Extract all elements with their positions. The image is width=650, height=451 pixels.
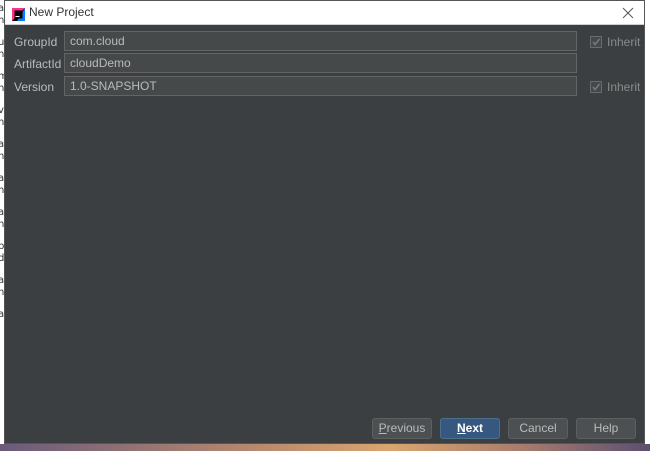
window-title: New Project bbox=[29, 5, 94, 19]
title-bar: New Project bbox=[5, 1, 644, 25]
version-inherit-toggle[interactable]: Inherit bbox=[590, 79, 640, 95]
previous-mnemonic: P bbox=[378, 421, 387, 435]
previous-button[interactable]: Previous bbox=[372, 418, 432, 439]
next-mnemonic: N bbox=[456, 421, 466, 435]
help-button[interactable]: Help bbox=[576, 418, 636, 439]
version-field[interactable] bbox=[64, 76, 577, 96]
group-id-label: GroupId bbox=[14, 35, 58, 49]
background-desktop-wallpaper bbox=[0, 444, 650, 451]
close-icon[interactable] bbox=[620, 5, 636, 21]
artifact-id-label: ArtifactId bbox=[14, 57, 62, 71]
previous-label-rest: revious bbox=[386, 421, 426, 435]
group-id-inherit-checkbox[interactable] bbox=[590, 36, 602, 48]
version-inherit-checkbox[interactable] bbox=[590, 81, 602, 93]
next-label-rest: ext bbox=[465, 421, 483, 435]
group-id-inherit-label: Inherit bbox=[607, 35, 641, 49]
next-button[interactable]: Next bbox=[440, 418, 500, 439]
new-project-dialog: New Project GroupId Inherit ArtifactId V… bbox=[4, 0, 645, 444]
background-right-edge bbox=[645, 0, 650, 451]
version-inherit-label: Inherit bbox=[607, 80, 641, 94]
group-id-row: GroupId Inherit bbox=[5, 31, 644, 53]
artifact-id-field[interactable] bbox=[64, 53, 577, 73]
group-id-inherit-toggle[interactable]: Inherit bbox=[590, 34, 640, 50]
version-label: Version bbox=[14, 80, 55, 94]
cancel-button[interactable]: Cancel bbox=[508, 418, 568, 439]
artifact-id-row: ArtifactId bbox=[5, 53, 644, 75]
group-id-field[interactable] bbox=[64, 31, 577, 51]
version-row: Version Inherit bbox=[5, 76, 644, 98]
intellij-app-icon bbox=[12, 6, 25, 21]
